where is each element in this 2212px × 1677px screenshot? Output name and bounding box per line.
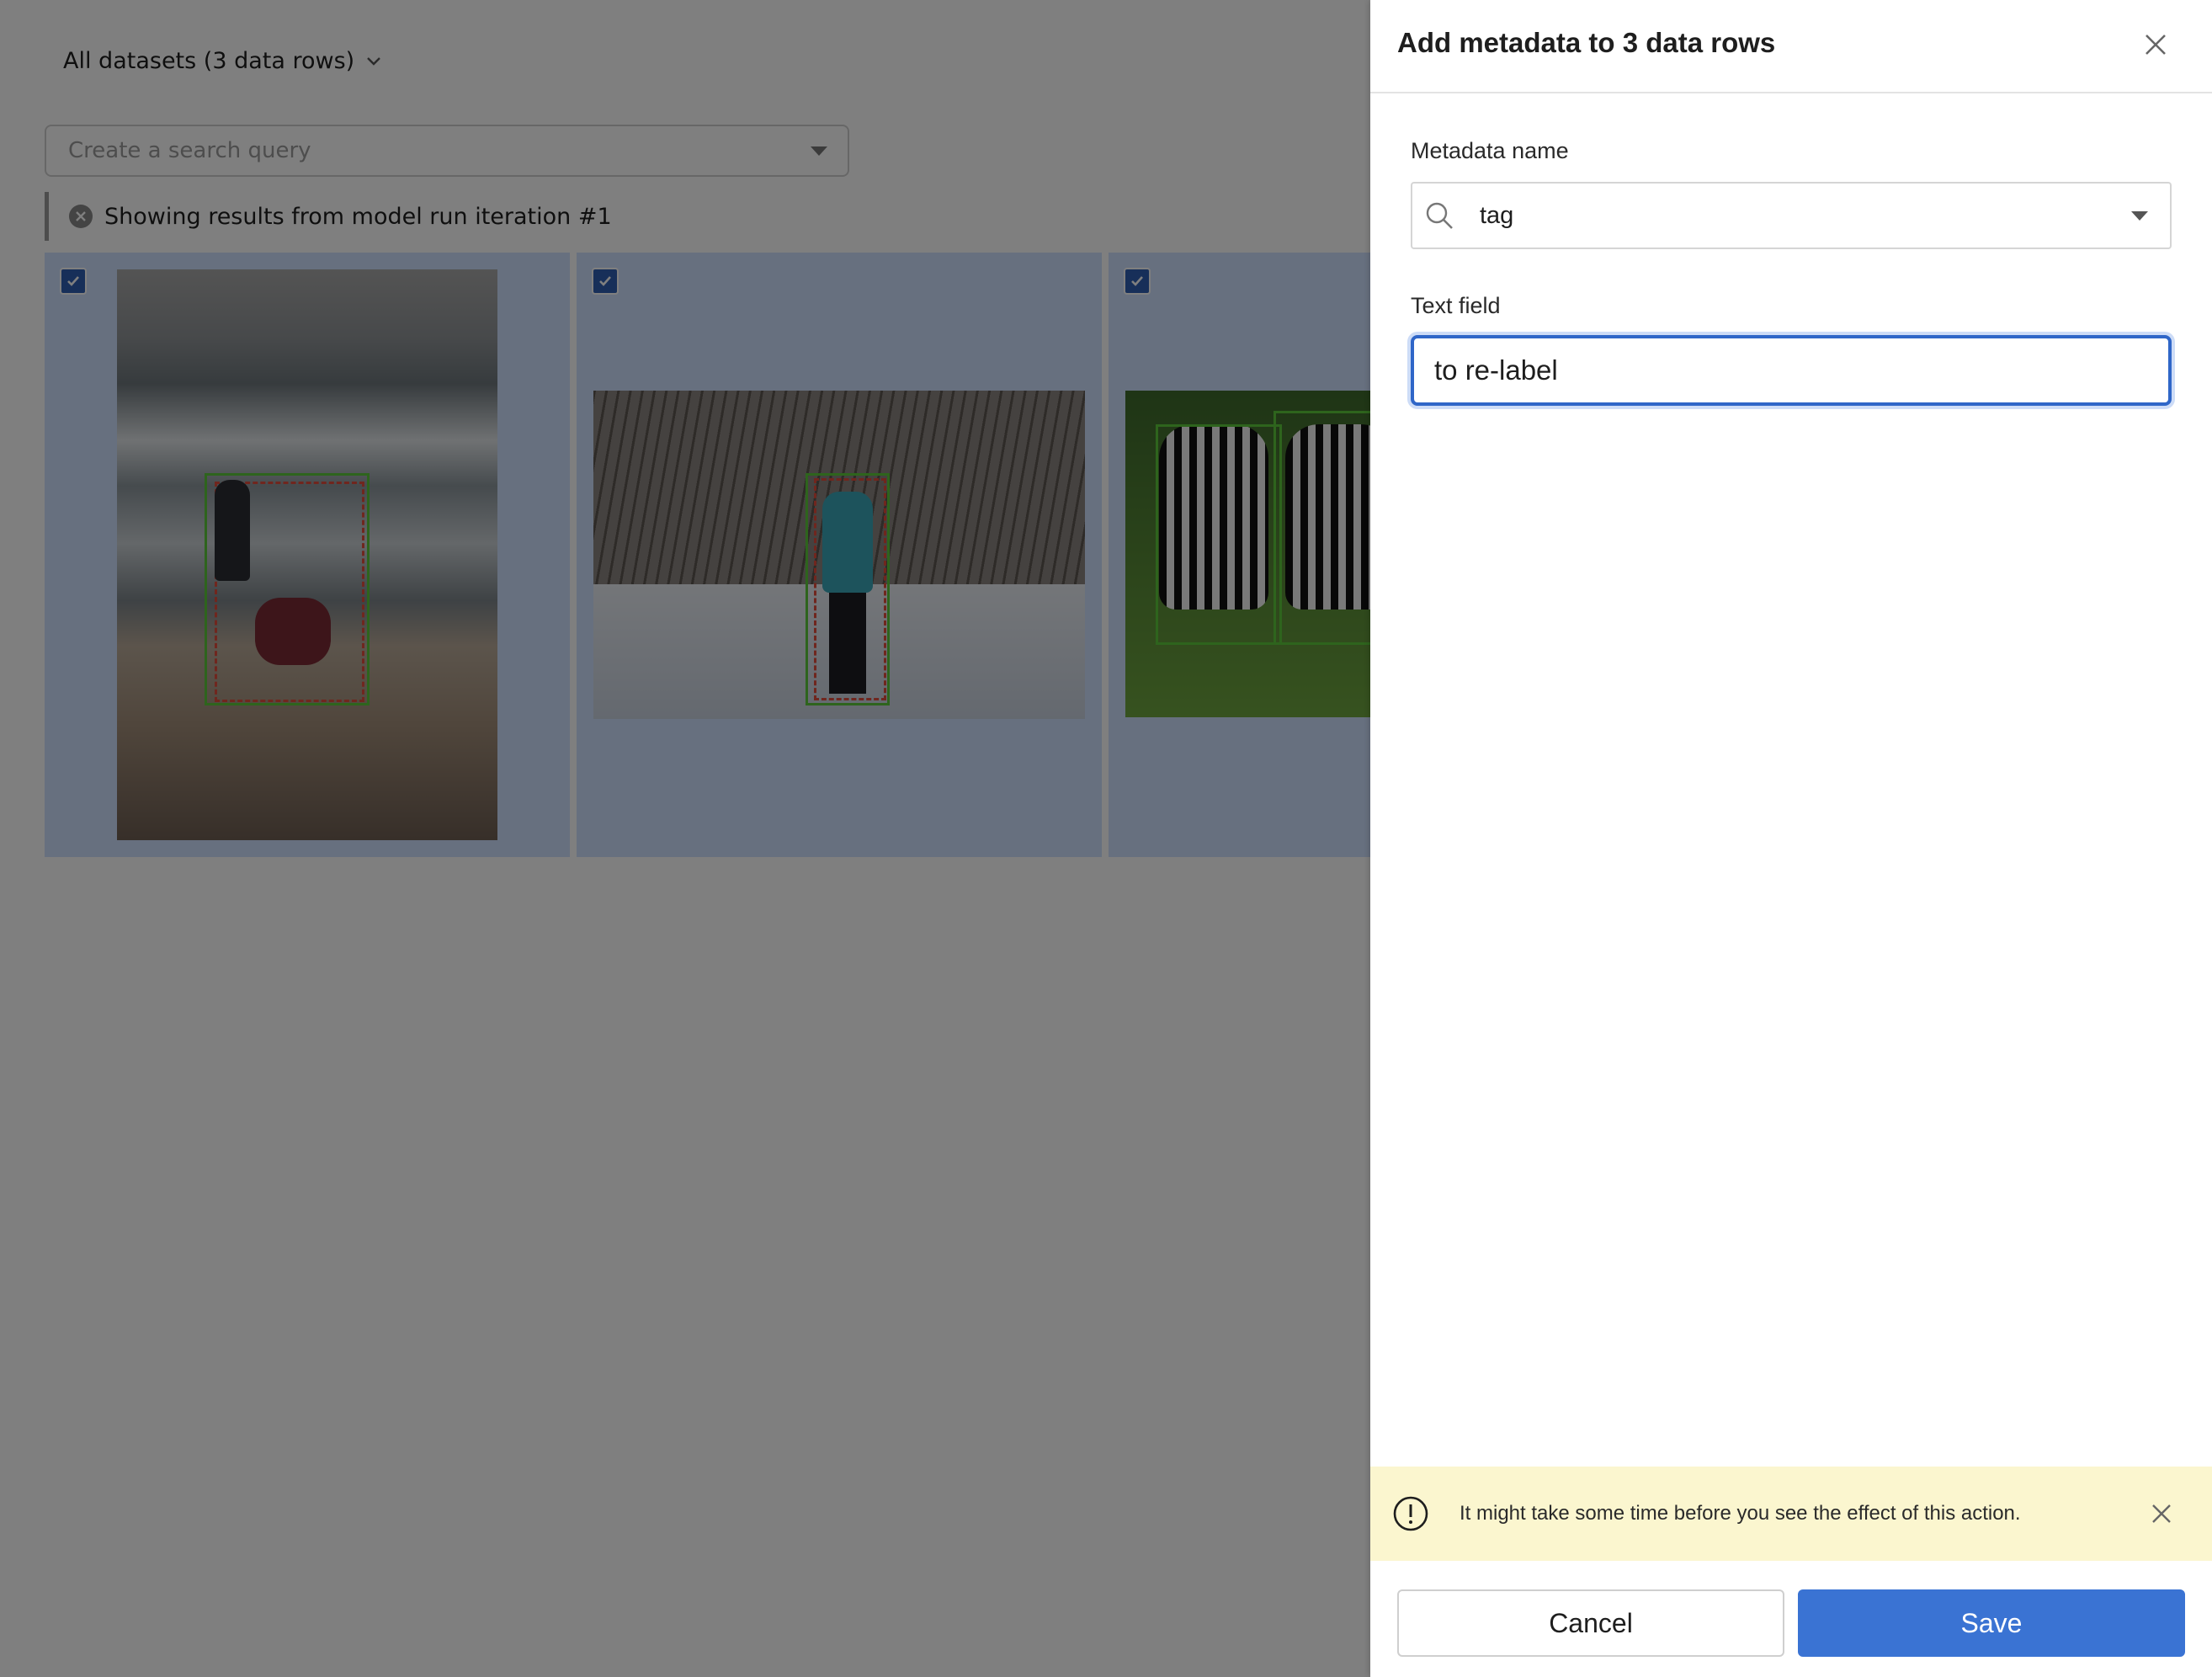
save-button[interactable]: Save: [1798, 1589, 2185, 1657]
metadata-name-select[interactable]: tag: [1411, 182, 2172, 249]
text-field-label: Text field: [1411, 293, 1501, 318]
warning-circle-icon: [1393, 1496, 1428, 1531]
metadata-name-value: tag: [1480, 201, 1514, 229]
close-icon[interactable]: [2141, 30, 2170, 59]
drawer-header: Add metadata to 3 data rows: [1370, 0, 2212, 93]
notice-text: It might take some time before you see t…: [1460, 1502, 2021, 1525]
cancel-button[interactable]: Cancel: [1397, 1589, 1784, 1657]
notice-banner: It might take some time before you see t…: [1370, 1467, 2212, 1561]
caret-down-icon[interactable]: [2131, 210, 2148, 221]
search-icon: [1426, 202, 1453, 229]
text-field-input[interactable]: [1411, 335, 2172, 406]
close-icon[interactable]: [2150, 1502, 2173, 1525]
modal-backdrop[interactable]: [0, 0, 1370, 1677]
drawer-title: Add metadata to 3 data rows: [1397, 27, 1776, 58]
add-metadata-drawer: Add metadata to 3 data rows Metadata nam…: [1370, 0, 2212, 1677]
metadata-name-label: Metadata name: [1411, 138, 1569, 163]
